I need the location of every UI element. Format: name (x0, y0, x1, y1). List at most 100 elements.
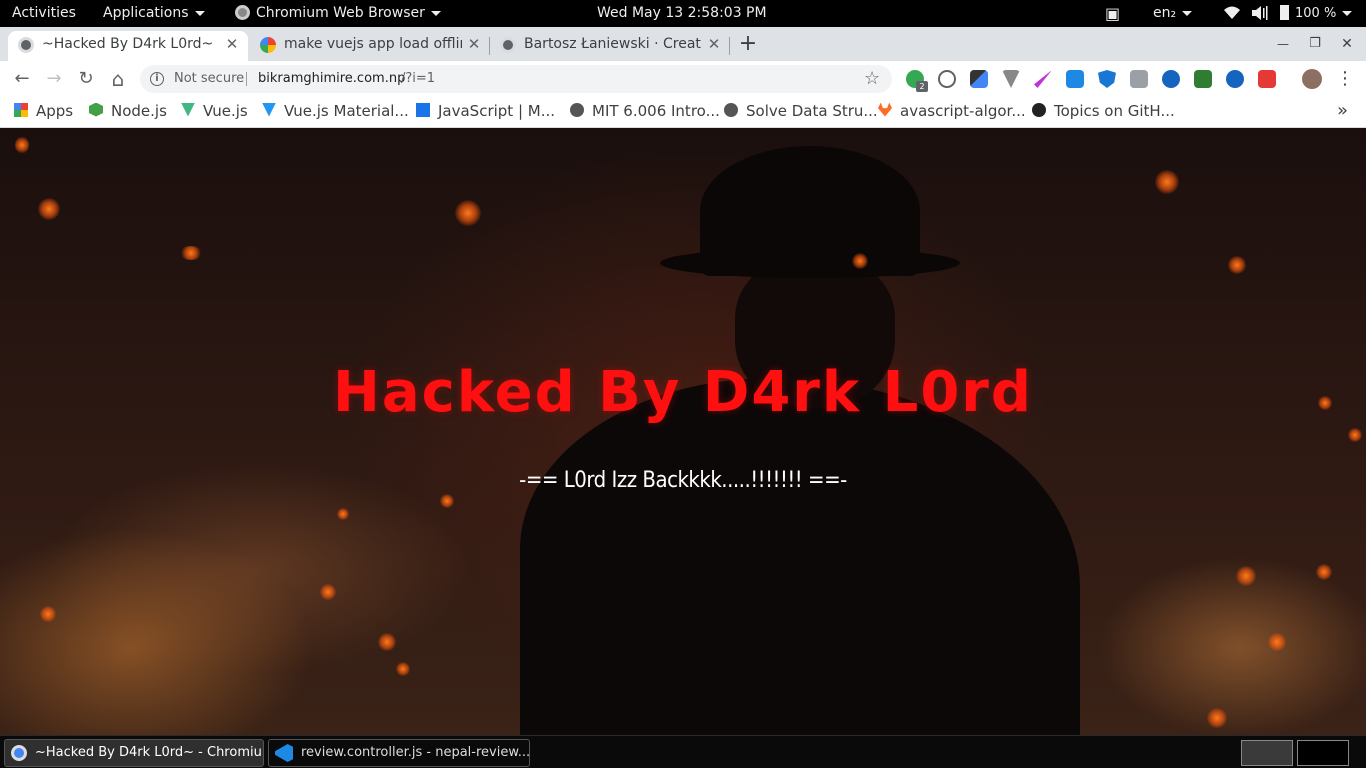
download-extension-icon[interactable] (1194, 70, 1212, 88)
new-tab-button[interactable]: + (736, 31, 760, 57)
media-extension-icon[interactable] (1258, 70, 1276, 88)
globe-icon (570, 102, 584, 117)
profile-avatar[interactable] (1302, 69, 1322, 89)
ember (40, 606, 56, 622)
ember (38, 198, 60, 220)
battery-indicator[interactable]: 100 % (1280, 0, 1353, 27)
window-list-taskbar: ~Hacked By D4rk L0rd~ - Chromiu... revie… (0, 735, 1366, 768)
keyboard-layout[interactable]: en₂ (1153, 0, 1193, 27)
forward-button[interactable]: → (42, 67, 66, 91)
system-top-bar: Activities Applications Chromium Web Bro… (0, 0, 1366, 27)
chromium-icon (11, 745, 27, 761)
address-bar[interactable]: i Not secure bikramghimire.com.np /?i=1 … (140, 65, 892, 93)
camera-extension-icon[interactable] (1130, 70, 1148, 88)
taskbar-item-vscode[interactable]: review.controller.js - nepal-review... (268, 739, 530, 767)
bookmark-nodejs[interactable]: Node.js (89, 97, 167, 127)
bookmark-label: avascript-algor... (900, 102, 1026, 120)
volume-icon[interactable] (1252, 0, 1268, 27)
mdn-icon (416, 102, 430, 117)
bookmark-solve-data-structures[interactable]: Solve Data Stru... (724, 97, 878, 127)
figure-silhouette-body (520, 378, 1080, 735)
fedora-extension-icon[interactable] (1226, 70, 1244, 88)
browser-toolbar: ← → ↻ ⌂ i Not secure bikramghimire.com.n… (0, 61, 1366, 97)
circle-extension-icon[interactable] (1162, 70, 1180, 88)
bookmark-vue-material[interactable]: Vue.js Material... (262, 97, 409, 127)
security-label[interactable]: Not secure (174, 65, 244, 93)
bookmark-label: Apps (36, 102, 74, 120)
activities-button[interactable]: Activities (12, 0, 76, 27)
bookmark-label: Vue.js Material... (284, 102, 409, 120)
window-close-button[interactable]: ✕ (1336, 33, 1358, 55)
applications-menu[interactable]: Applications (103, 0, 205, 27)
bookmark-github-topics[interactable]: Topics on GitH... (1032, 97, 1175, 127)
url-path: /?i=1 (401, 71, 436, 86)
ember (15, 136, 29, 154)
github-icon (1032, 102, 1046, 117)
hacked-subline: -== L0rd Izz Backkkk.....!!!!!!! ==- (519, 468, 847, 493)
url-host: bikramghimire.com.np (258, 71, 406, 86)
ember (440, 494, 454, 508)
ember (1348, 428, 1362, 442)
ember (1228, 256, 1246, 274)
bookmark-mit-6006[interactable]: MIT 6.006 Intro... (570, 97, 720, 127)
app-menu[interactable]: Chromium Web Browser (235, 0, 441, 27)
vue-devtools-icon[interactable] (1002, 70, 1020, 88)
chevron-down-icon (1342, 10, 1353, 16)
chromium-icon (235, 4, 250, 20)
ember (1207, 708, 1227, 728)
bookmarks-overflow-button[interactable]: » (1337, 97, 1348, 127)
clock[interactable]: Wed May 13 2:58:03 PM (597, 0, 767, 27)
vue-material-icon (262, 102, 276, 117)
google-icon (260, 37, 276, 53)
taskbar-item-label: ~Hacked By D4rk L0rd~ - Chromiu... (35, 745, 264, 760)
bookmark-star-icon[interactable]: ☆ (864, 65, 880, 93)
globe-icon (18, 37, 34, 53)
tab-hacked[interactable]: ~Hacked By D4rk L0rd~ ✕ (8, 31, 248, 61)
ember (320, 584, 336, 600)
feather-extension-icon[interactable] (1034, 70, 1052, 88)
taskbar-item-label: review.controller.js - nepal-review... (301, 745, 530, 760)
screenshot-icon[interactable]: ▣ (1105, 0, 1120, 27)
wifi-icon[interactable] (1224, 0, 1240, 27)
battery-icon (1280, 4, 1289, 20)
bookmark-javascript-algorithms[interactable]: avascript-algor... (878, 97, 1026, 127)
nodejs-icon (89, 102, 103, 117)
shield-blue-extension-icon[interactable] (1098, 70, 1116, 88)
close-icon[interactable]: ✕ (466, 31, 482, 57)
eyedropper-extension-icon[interactable] (970, 70, 988, 88)
ember (396, 662, 410, 676)
chrome-menu-button[interactable]: ⋮ (1333, 67, 1357, 91)
bookmark-javascript-mdn[interactable]: JavaScript | M... (416, 97, 555, 127)
close-icon[interactable]: ✕ (706, 31, 722, 57)
figure-hat (700, 146, 920, 276)
tab-title: ~Hacked By D4rk L0rd~ (42, 36, 214, 52)
ember (1155, 170, 1179, 194)
bookmark-vuejs[interactable]: Vue.js (181, 97, 248, 127)
minimize-button[interactable]: — (1272, 33, 1294, 55)
extension-badge: 2 (916, 81, 928, 92)
bookmark-label: JavaScript | M... (438, 102, 556, 120)
reload-button[interactable]: ↻ (74, 67, 98, 91)
chevron-down-icon (1182, 10, 1193, 16)
maximize-button[interactable]: ❐ (1304, 33, 1326, 55)
info-icon[interactable]: i (150, 72, 164, 86)
battery-label: 100 % (1295, 6, 1337, 21)
workspace-2[interactable] (1297, 740, 1349, 766)
taskbar-item-chromium[interactable]: ~Hacked By D4rk L0rd~ - Chromiu... (4, 739, 264, 767)
bookmark-label: Vue.js (203, 102, 248, 120)
globe-icon (500, 37, 516, 53)
workspace-1[interactable] (1241, 740, 1293, 766)
keyboard-layout-label: en₂ (1153, 5, 1177, 21)
home-button[interactable]: ⌂ (106, 67, 130, 91)
ember (1268, 633, 1286, 651)
ellipsis-extension-icon[interactable] (938, 70, 956, 88)
tab-vuejs-offline[interactable]: make vuejs app load offline ✕ (250, 31, 490, 61)
ember (180, 246, 202, 260)
bookmark-label: Solve Data Stru... (746, 102, 878, 120)
bookmark-apps[interactable]: Apps (14, 97, 73, 127)
fi-extension-icon[interactable] (1066, 70, 1084, 88)
tab-bartosz[interactable]: Bartosz Łaniewski · Creating ✕ (490, 31, 730, 61)
back-button[interactable]: ← (10, 67, 34, 91)
bookmarks-bar: Apps Node.js Vue.js Vue.js Material... J… (0, 97, 1366, 128)
close-icon[interactable]: ✕ (224, 31, 240, 57)
